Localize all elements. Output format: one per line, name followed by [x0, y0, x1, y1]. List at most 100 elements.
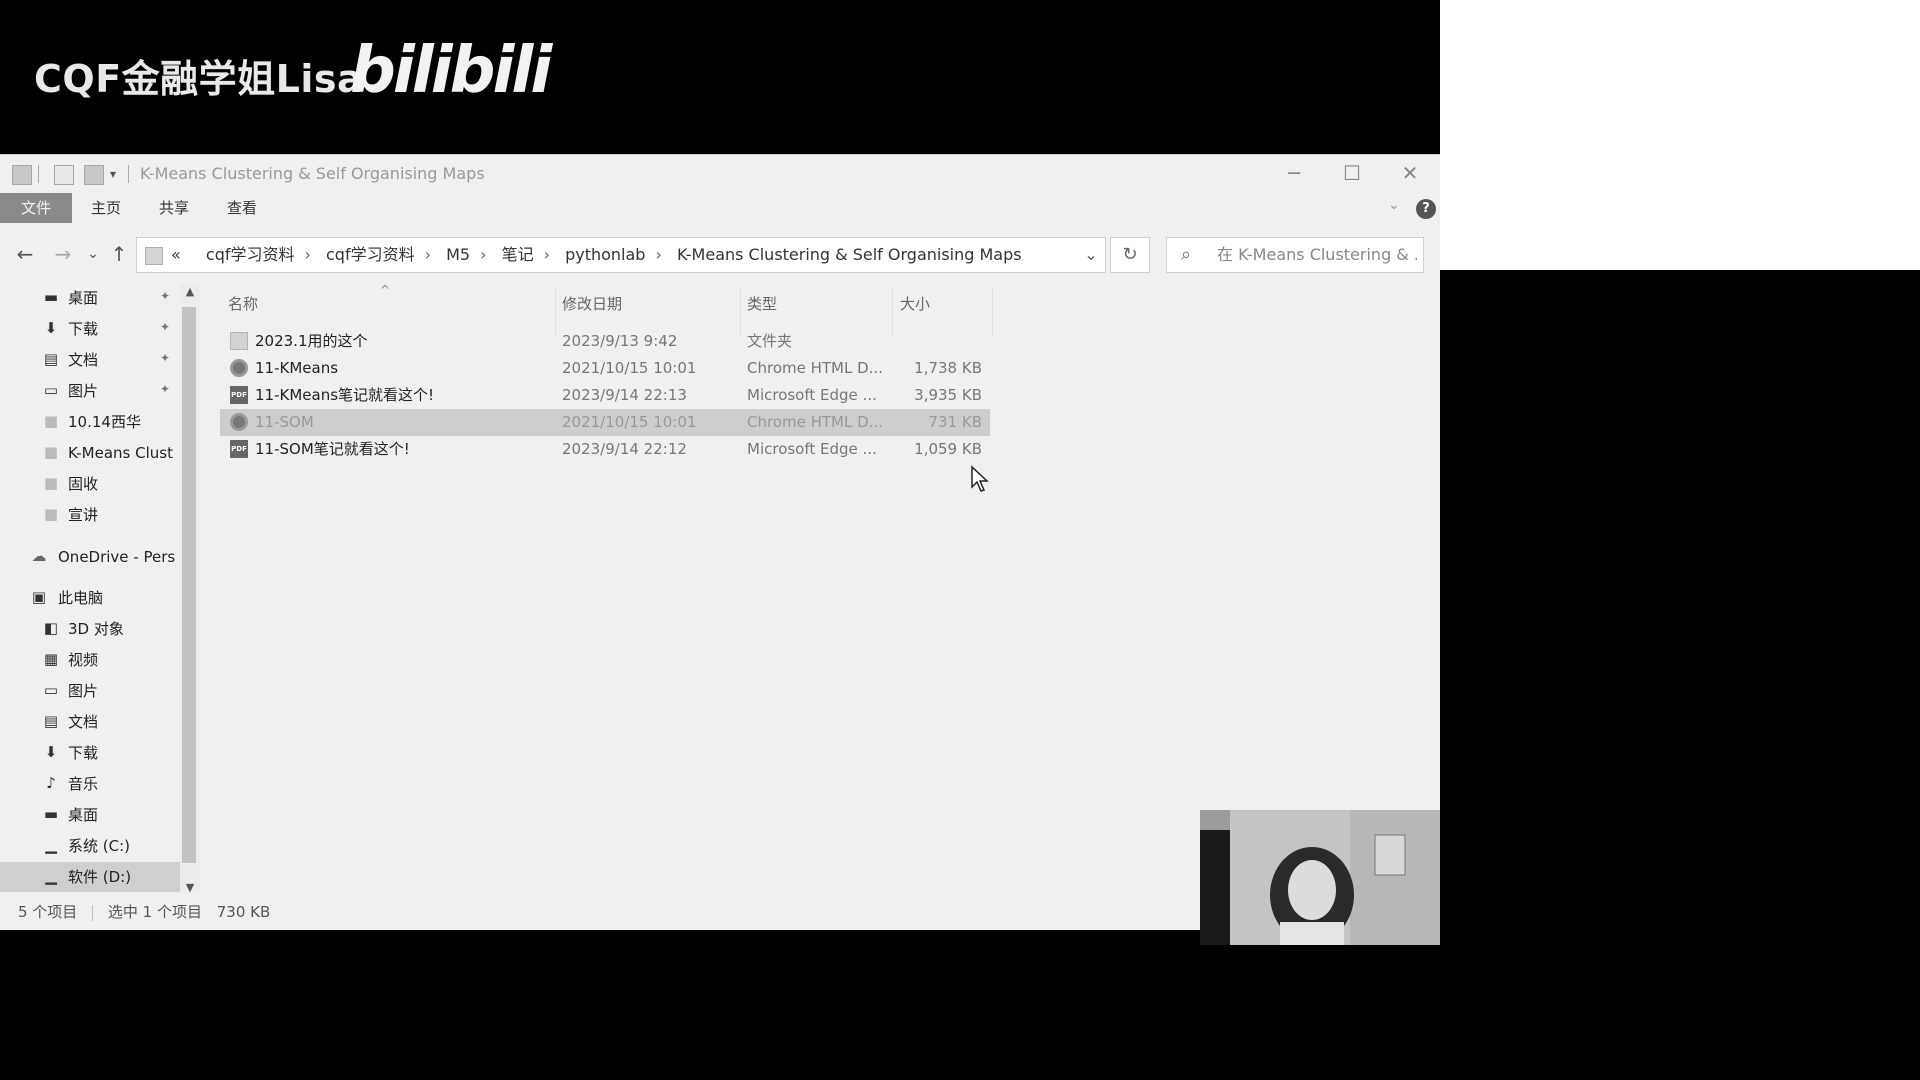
sidebar-item-3d-objects[interactable]: ◧ 3D 对象	[0, 614, 180, 644]
chevron-down-icon[interactable]: ⌄	[1079, 238, 1103, 272]
sidebar-item-downloads[interactable]: ⬇ 下载 ✦	[0, 314, 180, 344]
expand-ribbon-icon[interactable]: ⌄	[1388, 197, 1400, 213]
recent-locations-button[interactable]: ⌄	[80, 239, 106, 269]
column-header-name[interactable]: 名称	[228, 289, 258, 319]
download-icon: ⬇	[44, 319, 58, 337]
tab-view[interactable]: 查看	[216, 193, 268, 223]
sidebar-item-label: 10.14西华	[68, 413, 141, 431]
divider	[92, 904, 94, 921]
refresh-button[interactable]: ↻	[1110, 237, 1150, 273]
sidebar-item-label: 3D 对象	[68, 620, 124, 638]
folder-icon: ■	[43, 474, 59, 492]
column-header-size[interactable]: 大小	[900, 289, 930, 319]
scroll-down-icon[interactable]: ▼	[180, 881, 200, 894]
sidebar-item-documents[interactable]: ▤ 文档	[0, 707, 180, 737]
pictures-icon: ▭	[43, 681, 59, 699]
scroll-up-icon[interactable]: ▲	[180, 285, 200, 298]
breadcrumb-item[interactable]: K-Means Clustering & Self Organising Map…	[677, 245, 1022, 264]
breadcrumb-item[interactable]: 笔记	[502, 245, 534, 264]
file-size: 1,738 KB	[914, 359, 982, 377]
column-header-type[interactable]: 类型	[747, 289, 777, 319]
close-button[interactable]: ✕	[1382, 159, 1438, 187]
drive-icon: ▁	[45, 867, 57, 885]
file-row[interactable]: PDF 11-SOM笔记就看这个! 2023/9/14 22:12 Micros…	[220, 436, 990, 463]
breadcrumb-overflow[interactable]: «	[171, 245, 181, 264]
minimize-button[interactable]: ─	[1266, 159, 1322, 187]
file-name: 2023.1用的这个	[255, 332, 368, 350]
customize-toolbar-icon[interactable]: ▾	[110, 167, 116, 181]
breadcrumb-item[interactable]: cqf学习资料	[206, 245, 295, 264]
breadcrumb-item[interactable]: pythonlab	[565, 245, 645, 264]
column-header-date[interactable]: 修改日期	[562, 289, 622, 319]
sidebar-item-folder[interactable]: ■ K-Means Clust	[0, 438, 180, 468]
sidebar-item-downloads[interactable]: ⬇ 下载	[0, 738, 180, 768]
address-bar[interactable]: « cqf学习资料 › cqf学习资料 › M5 › 笔记 › pythonlab › K…	[136, 237, 1106, 273]
forward-button[interactable]: →	[50, 239, 76, 269]
sidebar-item-label: 桌面	[68, 289, 99, 307]
search-input[interactable]: ⌕ 在 K-Means Clustering & ...	[1166, 237, 1424, 273]
sidebar-item-folder[interactable]: ■ 10.14西华	[0, 407, 180, 437]
sidebar-item-label: 固收	[68, 475, 99, 493]
tab-share[interactable]: 共享	[148, 193, 200, 223]
file-name: 11-SOM笔记就看这个!	[255, 440, 410, 458]
folder-icon	[230, 332, 248, 350]
sidebar-item-label: 软件 (D:)	[68, 868, 132, 886]
up-button[interactable]: ↑	[106, 239, 132, 269]
sidebar-item-pictures[interactable]: ▭ 图片	[0, 676, 180, 706]
file-row[interactable]: 11-KMeans 2021/10/15 10:01 Chrome HTML D…	[220, 355, 990, 382]
help-icon[interactable]: ?	[1416, 199, 1436, 219]
sidebar-item-pictures[interactable]: ▭ 图片 ✦	[0, 376, 180, 406]
pdf-icon: PDF	[230, 386, 248, 404]
pin-icon: ✦	[160, 382, 171, 396]
sidebar-item-label: 下载	[68, 320, 99, 338]
sidebar-item-folder[interactable]: ■ 宣讲	[0, 500, 180, 530]
pictures-icon: ▭	[43, 381, 59, 399]
file-row[interactable]: PDF 11-KMeans笔记就看这个! 2023/9/14 22:13 Mic…	[220, 382, 990, 409]
computer-icon: ▣	[31, 588, 47, 606]
cloud-icon: ☁	[31, 547, 47, 565]
file-type: Microsoft Edge ...	[747, 440, 877, 458]
sidebar-item-label: 文档	[68, 351, 99, 369]
selection-count: 选中 1 个项目	[107, 903, 202, 921]
properties-icon[interactable]	[54, 165, 74, 185]
sidebar-item-documents[interactable]: ▤ 文档 ✦	[0, 345, 180, 375]
sidebar-item-music[interactable]: ♪ 音乐	[0, 769, 180, 799]
sidebar-item-desktop[interactable]: ▬ 桌面 ✦	[0, 283, 180, 313]
sidebar-item-label: K-Means Clust	[68, 444, 173, 462]
file-date: 2021/10/15 10:01	[562, 413, 697, 431]
sidebar-item-desktop[interactable]: ▬ 桌面	[0, 800, 180, 830]
presenter-video	[1200, 810, 1440, 945]
pin-icon: ✦	[160, 289, 171, 303]
file-date: 2023/9/13 9:42	[562, 332, 678, 350]
file-row-selected[interactable]: 11-SOM 2021/10/15 10:01 Chrome HTML D...…	[220, 409, 990, 436]
back-button[interactable]: ←	[12, 239, 38, 269]
file-row[interactable]: 2023.1用的这个 2023/9/13 9:42 文件夹	[220, 328, 990, 355]
file-date: 2021/10/15 10:01	[562, 359, 697, 377]
sidebar-item-onedrive[interactable]: ☁ OneDrive - Pers	[0, 542, 180, 572]
chrome-html-icon	[230, 413, 248, 431]
desktop-icon: ▬	[43, 288, 59, 306]
drive-icon: ▁	[45, 836, 57, 854]
sidebar-item-drive-d[interactable]: ▁ 软件 (D:)	[0, 862, 180, 892]
breadcrumb-item[interactable]: cqf学习资料	[326, 245, 415, 264]
sidebar-item-this-pc[interactable]: ▣ 此电脑	[0, 583, 180, 613]
sidebar-item-videos[interactable]: ▦ 视频	[0, 645, 180, 675]
breadcrumb-item[interactable]: M5	[446, 245, 470, 264]
sidebar-item-label: 文档	[68, 713, 99, 731]
sidebar-item-label: 宣讲	[68, 506, 99, 524]
scrollbar-thumb[interactable]	[182, 307, 196, 863]
folder-icon: ■	[43, 412, 59, 430]
sidebar-item-folder[interactable]: ■ 固收	[0, 469, 180, 499]
new-folder-icon[interactable]	[84, 165, 104, 185]
file-type: 文件夹	[747, 332, 793, 350]
sidebar-item-label: OneDrive - Pers	[58, 548, 176, 566]
maximize-button[interactable]: ☐	[1324, 159, 1380, 187]
sidebar-item-drive-c[interactable]: ▁ 系统 (C:)	[0, 831, 180, 861]
window-title: K-Means Clustering & Self Organising Map…	[140, 164, 485, 183]
divider	[38, 165, 39, 183]
tab-home[interactable]: 主页	[80, 193, 132, 223]
tab-file[interactable]: 文件	[0, 193, 72, 223]
pdf-icon: PDF	[230, 440, 248, 458]
column-divider[interactable]	[992, 289, 993, 337]
desktop-icon: ▬	[43, 805, 59, 823]
